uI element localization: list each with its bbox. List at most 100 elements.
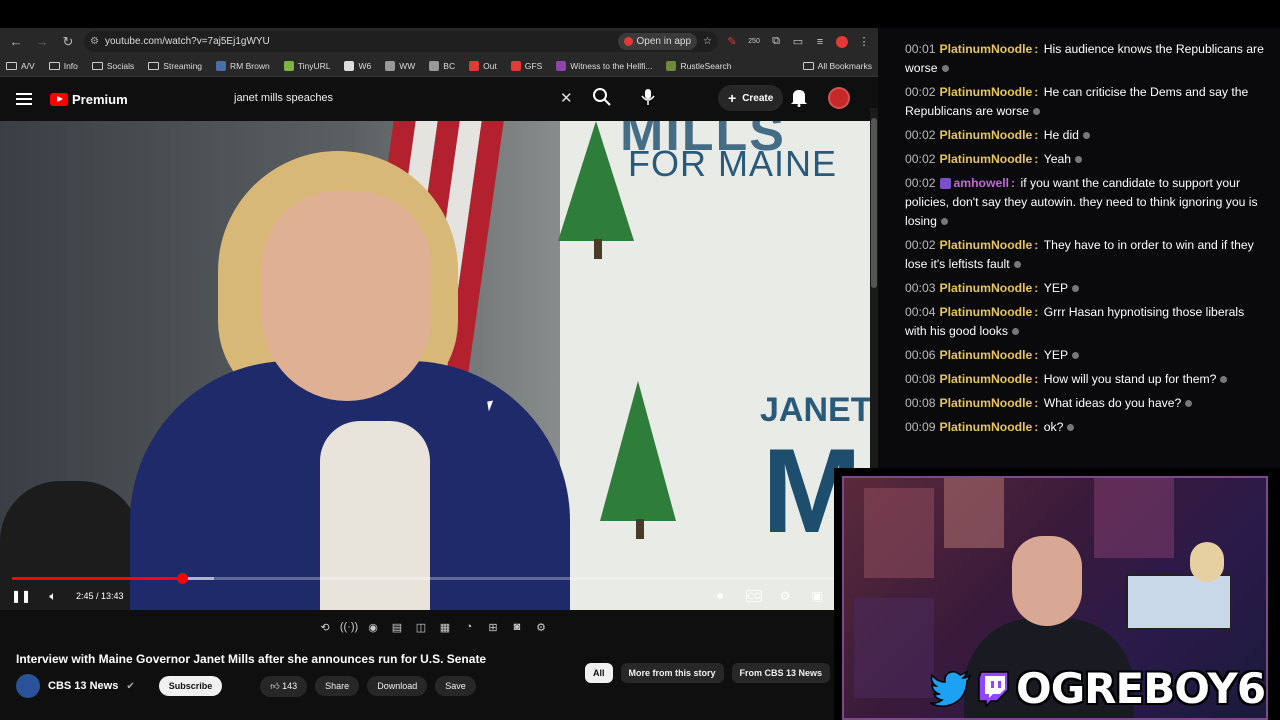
screenshot-camera-icon[interactable]: ◙ [508,618,526,636]
browser-menu-icon[interactable]: ⋮ [856,34,872,50]
bookmark-rm-brown[interactable]: RM Brown [216,60,270,71]
settings-gear-icon[interactable]: ⚙ [776,587,794,605]
subscribe-button[interactable]: Subscribe [158,676,223,696]
bookmark-tinyurl[interactable]: TinyURL [283,60,330,71]
user-avatar[interactable] [828,87,850,109]
bookmark-socials[interactable]: Socials [91,61,134,71]
chat-username[interactable]: PlatinumNoodle [940,396,1033,410]
chip-from-channel[interactable]: From CBS 13 News [731,663,831,683]
open-in-app-button[interactable]: Open in app [617,33,698,50]
chat-username[interactable]: amhowell [954,176,1010,190]
chat-username[interactable]: PlatinumNoodle [940,348,1033,362]
progress-bar[interactable] [12,573,860,584]
bookmark-ww[interactable]: WW [385,60,415,71]
chat-message: 00:08 PlatinumNoodle: What ideas do you h… [905,394,1265,413]
message-indicator-icon [1185,400,1193,408]
campaign-banner: MILLS FOR MAINE JANET MI [558,121,870,610]
film-icon[interactable]: ▤ [388,618,406,636]
plus-icon: + [728,90,737,106]
scrollbar-thumb[interactable] [871,118,877,288]
add-icon[interactable]: ⊞ [484,618,502,636]
video-player[interactable]: MILLS FOR MAINE JANET MI ❚❚ 🔈︎ 2:45 / 13… [0,121,870,610]
chat-username[interactable]: PlatinumNoodle [940,128,1033,142]
chat-username[interactable]: PlatinumNoodle [940,85,1033,99]
chat-message: 00:03 PlatinumNoodle: YEP [905,279,1265,298]
extension-counter-icon[interactable]: 250 [746,34,762,50]
captions-icon[interactable]: CC [746,590,762,602]
clear-search-icon[interactable]: ✕ [560,89,573,107]
chat-separator: : [1034,238,1042,252]
extension-settings-icon[interactable]: ⚙ [532,618,550,636]
bookmark-av[interactable]: A/V [6,61,35,71]
bookmark-gfs[interactable]: GFS [510,60,542,71]
microphone-icon[interactable] [636,85,660,109]
picture-in-picture-icon[interactable]: ◫ [412,618,430,636]
chat-username[interactable]: PlatinumNoodle [940,238,1033,252]
youtube-logo[interactable]: Premium [50,92,128,107]
loop-icon[interactable]: ⟲ [316,618,334,636]
all-bookmarks[interactable]: All Bookmarks [802,61,872,71]
bookmark-witness[interactable]: Witness to the Hellfi... [556,60,652,71]
chat-message: 00:02 PlatinumNoodle: He did [905,126,1265,145]
chat-username[interactable]: PlatinumNoodle [940,305,1033,319]
chat-username[interactable]: PlatinumNoodle [940,42,1033,56]
bookmark-out[interactable]: Out [469,60,497,71]
bookmark-streaming[interactable]: Streaming [148,61,202,71]
grid-icon[interactable]: ▦ [436,618,454,636]
miniplayer-icon[interactable]: ▣ [808,587,826,605]
chat-timestamp: 00:02 [905,128,936,142]
extensions-puzzle-icon[interactable]: ⧉ [768,34,784,50]
pause-icon[interactable]: ❚❚ [11,587,31,605]
create-button[interactable]: + Create [718,85,784,111]
address-bar[interactable]: ⚙ youtube.com/watch?v=7aj5Ej1gWYU Open i… [84,31,718,52]
like-button[interactable]: 👍︎ 143 [260,675,308,697]
folder-icon [6,61,17,70]
audio-boost-icon[interactable]: ((·)) [340,618,358,636]
chat-timestamp: 00:08 [905,396,936,410]
search-input[interactable]: janet mills speaches [222,85,582,111]
chat-message: 00:04 PlatinumNoodle: Grrr Hasan hypnotis… [905,303,1265,341]
media-controls-icon[interactable]: ≡ [812,34,828,50]
chat-username[interactable]: PlatinumNoodle [940,281,1033,295]
bookmark-star-icon[interactable]: ☆ [703,36,712,47]
bookmark-rustlesearch[interactable]: RustleSearch [666,60,732,71]
profile-icon[interactable] [834,34,850,50]
site-favicon [429,60,440,71]
chat-username[interactable]: PlatinumNoodle [940,152,1033,166]
channel-avatar[interactable] [16,674,40,698]
cast-icon[interactable]: ▭ [790,34,806,50]
back-icon[interactable]: ← [6,32,26,52]
search-query: janet mills speaches [234,92,334,104]
bookmark-w6[interactable]: W6 [344,60,371,71]
site-info-icon[interactable]: ⚙ [90,36,99,47]
forward-icon[interactable]: → [32,32,52,52]
bookmark-info[interactable]: Info [48,61,78,71]
speed-icon[interactable]: ◔ [460,618,478,636]
download-button[interactable]: Download [367,676,428,696]
chat-username[interactable]: PlatinumNoodle [940,420,1033,434]
thumbs-up-icon: 👍︎ [270,680,280,691]
browser-toolbar: ← → ↻ ⚙ youtube.com/watch?v=7aj5Ej1gWYU … [0,28,878,55]
watch-icon[interactable]: ◉ [364,618,382,636]
chip-all[interactable]: All [585,663,613,683]
chat-separator: : [1034,420,1042,434]
chat-message: 00:02 PlatinumNoodle: They have to in ord… [905,236,1265,274]
volume-icon[interactable]: 🔈︎ [44,587,62,605]
search-icon[interactable] [592,87,612,107]
share-button[interactable]: Share [315,676,360,696]
autoplay-toggle-icon[interactable]: ⏺ [708,587,732,605]
reload-icon[interactable]: ↻ [58,32,78,52]
message-indicator-icon [1011,328,1019,336]
chat-timestamp: 00:06 [905,348,936,362]
video-extension-toolbar: ⟲ ((·)) ◉ ▤ ◫ ▦ ◔ ⊞ ◙ ⚙ [316,618,550,636]
chat-text: YEP [1043,348,1069,362]
chip-more-from-story[interactable]: More from this story [620,663,724,683]
chat-username[interactable]: PlatinumNoodle [940,372,1033,386]
notifications-bell-icon[interactable] [790,87,808,107]
site-favicon [385,60,396,71]
save-button[interactable]: Save [435,676,476,696]
channel-name[interactable]: CBS 13 News [48,680,118,692]
hamburger-menu-icon[interactable] [16,93,32,105]
bookmark-bc[interactable]: BC [429,60,455,71]
extension-pen-icon[interactable]: ✎ [724,34,740,50]
